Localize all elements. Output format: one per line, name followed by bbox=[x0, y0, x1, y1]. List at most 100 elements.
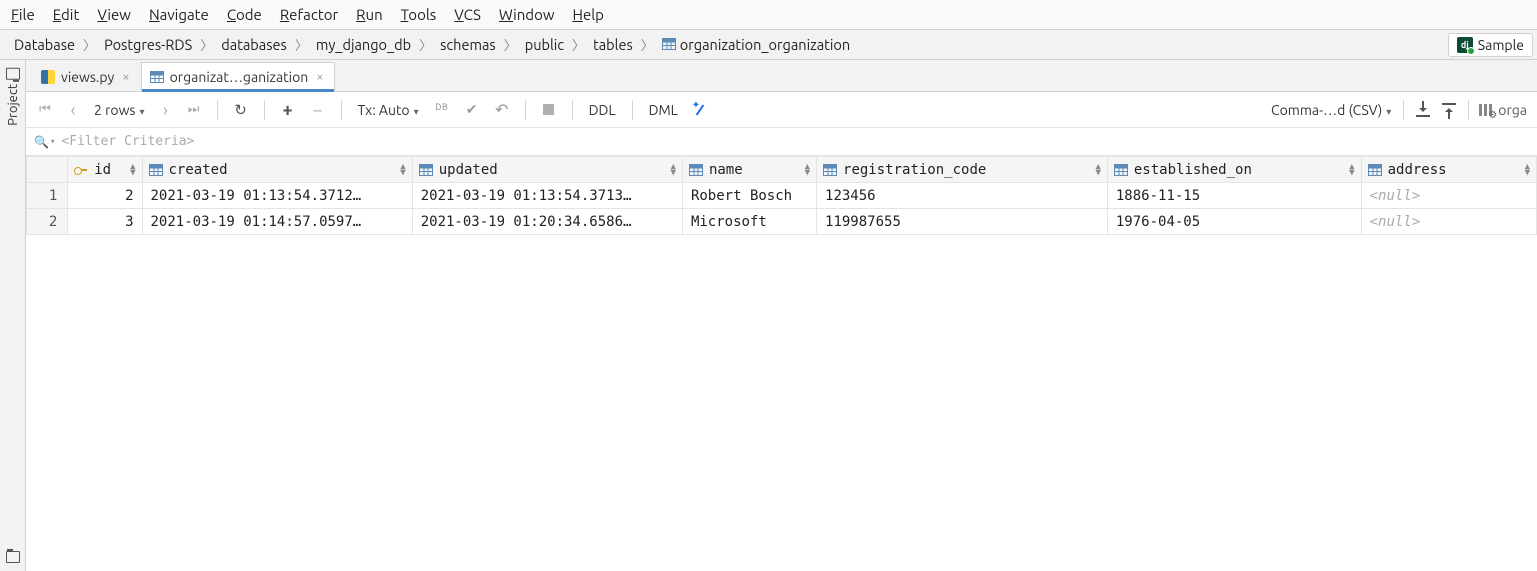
cell-established_on[interactable]: 1976-04-05 bbox=[1107, 209, 1361, 235]
cell-updated[interactable]: 2021-03-19 01:20:34.6586… bbox=[412, 209, 682, 235]
revert-button[interactable] bbox=[489, 97, 515, 123]
row-count-dropdown[interactable]: 2 rows▾ bbox=[88, 102, 151, 118]
breadcrumb-item[interactable]: my_django_db bbox=[312, 34, 415, 55]
cell-registration_code[interactable]: 119987655 bbox=[817, 209, 1108, 235]
project-tool-button[interactable]: Project bbox=[6, 68, 20, 126]
menu-file[interactable]: File bbox=[2, 2, 44, 27]
menu-run[interactable]: Run bbox=[347, 2, 392, 27]
column-header-updated[interactable]: updated▲▼ bbox=[412, 157, 682, 183]
add-row-button[interactable] bbox=[275, 97, 301, 123]
breadcrumb-item[interactable]: Database bbox=[10, 34, 79, 55]
sort-indicator-icon: ▲▼ bbox=[1095, 164, 1100, 176]
cancel-query-button[interactable] bbox=[536, 97, 562, 123]
column-label: address bbox=[1388, 162, 1447, 178]
table-icon bbox=[662, 38, 676, 50]
submit-button[interactable] bbox=[459, 97, 485, 123]
menu-window[interactable]: Window bbox=[490, 2, 564, 27]
row-number-cell: 2 bbox=[27, 209, 68, 235]
breadcrumb-item[interactable]: tables bbox=[589, 34, 637, 55]
project-tool-label: Project bbox=[6, 84, 20, 126]
column-icon bbox=[1114, 164, 1128, 176]
table-row[interactable]: 232021-03-19 01:14:57.0597…2021-03-19 01… bbox=[27, 209, 1537, 235]
cell-id[interactable]: 3 bbox=[68, 209, 142, 235]
filter-input[interactable] bbox=[61, 134, 1529, 149]
sort-indicator-icon: ▲▼ bbox=[130, 164, 135, 176]
column-header-created[interactable]: created▲▼ bbox=[142, 157, 412, 183]
preview-pending-button[interactable]: DB bbox=[429, 97, 455, 123]
close-tab-button[interactable]: × bbox=[316, 70, 323, 84]
menu-code[interactable]: Code bbox=[218, 2, 271, 27]
column-header-name[interactable]: name▲▼ bbox=[682, 157, 816, 183]
column-header-registration_code[interactable]: registration_code▲▼ bbox=[817, 157, 1108, 183]
db-tag-icon: DB bbox=[435, 102, 448, 112]
column-icon bbox=[419, 164, 433, 176]
view-settings-button[interactable]: orga bbox=[1475, 97, 1531, 123]
breadcrumb-item[interactable]: databases bbox=[217, 34, 291, 55]
wand-icon bbox=[693, 102, 709, 118]
sort-indicator-icon: ▲▼ bbox=[671, 164, 676, 176]
cell-id[interactable]: 2 bbox=[68, 183, 142, 209]
column-header-address[interactable]: address ▲▼ bbox=[1361, 157, 1536, 183]
result-grid[interactable]: id▲▼created▲▼updated▲▼name▲▼registration… bbox=[26, 156, 1537, 571]
export-download-button[interactable] bbox=[1410, 97, 1436, 123]
menu-vcs[interactable]: VCS bbox=[445, 2, 490, 27]
menu-view[interactable]: View bbox=[88, 2, 140, 27]
sort-indicator-icon: ▲▼ bbox=[1525, 164, 1530, 176]
dml-button[interactable]: DML bbox=[643, 102, 684, 118]
null-value: <null> bbox=[1370, 214, 1421, 230]
column-header-id[interactable]: id▲▼ bbox=[68, 157, 142, 183]
cell-created[interactable]: 2021-03-19 01:13:54.3712… bbox=[142, 183, 412, 209]
next-page-button[interactable] bbox=[153, 97, 179, 123]
cell-created[interactable]: 2021-03-19 01:14:57.0597… bbox=[142, 209, 412, 235]
run-config-selector[interactable]: dj Sample bbox=[1448, 33, 1533, 57]
delete-row-button[interactable] bbox=[305, 97, 331, 123]
menu-edit[interactable]: Edit bbox=[44, 2, 89, 27]
breadcrumb-item[interactable]: organization_organization bbox=[658, 34, 854, 55]
filter-bar: 🔍▾ bbox=[26, 128, 1537, 156]
upload-icon bbox=[1442, 103, 1456, 117]
tab-label: views.py bbox=[61, 69, 114, 85]
tx-mode-dropdown[interactable]: Tx: Auto▾ bbox=[352, 102, 425, 118]
breadcrumb-item[interactable]: Postgres-RDS bbox=[100, 34, 196, 55]
table-icon bbox=[150, 71, 164, 83]
column-icon bbox=[149, 164, 163, 176]
row-count-label: 2 rows bbox=[94, 102, 136, 118]
chevron-right-icon: 〉 bbox=[417, 35, 434, 54]
export-format-dropdown[interactable]: Comma-…d (CSV)▾ bbox=[1265, 102, 1397, 118]
menu-tools[interactable]: Tools bbox=[392, 2, 446, 27]
cell-established_on[interactable]: 1886-11-15 bbox=[1107, 183, 1361, 209]
column-icon bbox=[823, 164, 837, 176]
table-row[interactable]: 122021-03-19 01:13:54.3712…2021-03-19 01… bbox=[27, 183, 1537, 209]
editor-tabs: views.py×organizat…ganization× bbox=[26, 60, 1537, 92]
dml-wand-button[interactable] bbox=[688, 97, 714, 123]
import-upload-button[interactable] bbox=[1436, 97, 1462, 123]
menu-help[interactable]: Help bbox=[563, 2, 612, 27]
cell-address[interactable]: <null> bbox=[1361, 209, 1536, 235]
close-tab-button[interactable]: × bbox=[122, 70, 129, 84]
last-page-button[interactable] bbox=[181, 97, 207, 123]
cell-registration_code[interactable]: 123456 bbox=[817, 183, 1108, 209]
breadcrumb-item[interactable]: public bbox=[521, 34, 568, 55]
run-config-label: Sample bbox=[1478, 37, 1524, 53]
breadcrumb-item[interactable]: schemas bbox=[436, 34, 500, 55]
cell-address[interactable]: <null> bbox=[1361, 183, 1536, 209]
menu-navigate[interactable]: Navigate bbox=[140, 2, 218, 27]
column-label: established_on bbox=[1134, 162, 1252, 178]
cell-name[interactable]: Robert Bosch bbox=[682, 183, 816, 209]
first-page-button[interactable] bbox=[32, 97, 58, 123]
reload-button[interactable] bbox=[228, 97, 254, 123]
editor-tab[interactable]: organizat…ganization× bbox=[141, 62, 335, 91]
chevron-right-icon: 〉 bbox=[81, 35, 98, 54]
column-header-established_on[interactable]: established_on▲▼ bbox=[1107, 157, 1361, 183]
prev-page-button[interactable] bbox=[60, 97, 86, 123]
ddl-button[interactable]: DDL bbox=[583, 102, 622, 118]
header-row: id▲▼created▲▼updated▲▼name▲▼registration… bbox=[27, 157, 1537, 183]
cell-name[interactable]: Microsoft bbox=[682, 209, 816, 235]
folder-icon bbox=[6, 551, 20, 563]
menu-refactor[interactable]: Refactor bbox=[271, 2, 347, 27]
breadcrumbs: Database〉Postgres-RDS〉databases〉my_djang… bbox=[10, 34, 854, 55]
cell-updated[interactable]: 2021-03-19 01:13:54.3713… bbox=[412, 183, 682, 209]
export-format-label: Comma-…d (CSV) bbox=[1271, 102, 1382, 118]
editor-tab[interactable]: views.py × bbox=[32, 62, 141, 91]
navigation-bar: Database〉Postgres-RDS〉databases〉my_djang… bbox=[0, 30, 1537, 60]
